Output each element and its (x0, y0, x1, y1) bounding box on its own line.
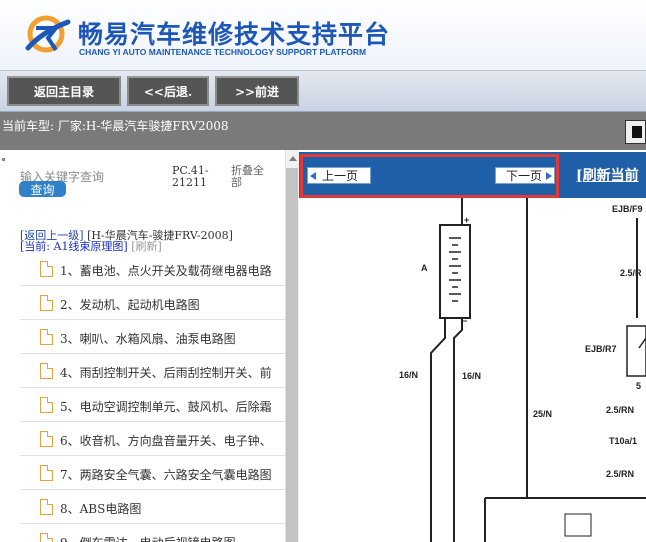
prev-page-label: 上一页 (322, 169, 359, 183)
battery-symbol (439, 224, 471, 319)
toc-item-label: 3、喇叭、水箱风扇、油泵电路图 (60, 332, 236, 346)
connector-box (564, 513, 592, 537)
document-icon (40, 533, 53, 542)
document-icon (40, 431, 53, 447)
diagram-label-wire-2-5rn-low: 2.5/RN (606, 469, 635, 479)
document-icon (40, 295, 53, 311)
dot-marker (2, 158, 5, 161)
document-icon (40, 465, 53, 481)
toc-item-label: 6、收音机、方向盘音量开关、电子钟、 (60, 434, 272, 448)
relay-box (626, 325, 646, 377)
scrollbar-thumb[interactable] (286, 168, 298, 542)
diagram-label-wire-25n: 25/N (533, 409, 553, 419)
back-button[interactable]: <<后退. (127, 76, 209, 106)
toc-item-label: 7、两路安全气囊、六路安全气囊电路图 (60, 468, 272, 482)
forward-button[interactable]: >>前进 (215, 76, 299, 106)
toc-item[interactable]: 2、发动机、起动机电路图 (20, 286, 285, 320)
brand-subtitle: CHANG YI AUTO MAINTENANCE TECHNOLOGY SUP… (79, 47, 367, 57)
diagram-label-ejb-f9: EJB/F9 (612, 204, 643, 214)
diagram-label-a: A (421, 263, 428, 273)
toc-item[interactable]: 3、喇叭、水箱风扇、油泵电路图 (20, 320, 285, 354)
page-code: PC.41-21211 (172, 164, 209, 189)
next-page-button[interactable]: 下一页 (495, 167, 555, 184)
document-icon (40, 499, 53, 515)
document-icon (40, 329, 53, 345)
document-icon (40, 397, 53, 413)
diagram-label-minus: − (462, 316, 468, 326)
nav-bar: 返回主目录 <<后退. >>前进 (0, 70, 646, 112)
wiring-diagram (430, 198, 646, 542)
vehicle-text: 当前车型: 厂家:H-华晨汽车骏捷FRV2008 (2, 119, 229, 133)
search-button[interactable]: 查询 (19, 181, 66, 197)
document-icon (40, 363, 53, 379)
diagram-label-wire-16n-a: 16/N (399, 370, 419, 380)
refresh-page-link[interactable]: [刷新当前 (576, 165, 639, 185)
diagram-label-wire-2-5r: 2.5/R (620, 268, 642, 278)
arrow-right-icon (546, 172, 552, 180)
diagram-label-ejb-r7: EJB/R7 (585, 344, 617, 354)
toc-item[interactable]: 1、蓄电池、点火开关及载荷继电器电路 (20, 252, 285, 286)
toc-item[interactable]: 6、收音机、方向盘音量开关、电子钟、 (20, 422, 285, 456)
diagram-label-pin-5: 5 (636, 381, 642, 391)
toc-item[interactable]: 5、电动空调控制单元、鼓风机、后除霜 (20, 388, 285, 422)
menu-icon (632, 126, 642, 138)
next-page-label: 下一页 (506, 169, 543, 183)
diagram-label-t10a: T10a/1 (609, 436, 638, 446)
diagram-label-plus: + (464, 215, 470, 225)
toc-item[interactable]: 9、倒车雷达、电动后视镜电路图 (20, 524, 285, 542)
toc-item[interactable]: 4、雨刮控制开关、后雨刮控制开关、前 (20, 354, 285, 388)
document-icon (40, 261, 53, 277)
collapse-all-link[interactable]: 折叠全部 (231, 165, 271, 189)
scroll-up-arrow-icon[interactable] (289, 156, 297, 161)
vehicle-menu-button[interactable] (625, 120, 646, 144)
logo-icon (25, 15, 71, 53)
toc-item-label: 4、雨刮控制开关、后雨刮控制开关、前 (60, 366, 272, 380)
toc-item-label: 8、ABS电路图 (60, 502, 142, 516)
toc-item-label: 9、倒车雷达、电动后视镜电路图 (60, 534, 236, 542)
toc-item[interactable]: 7、两路安全气囊、六路安全气囊电路图 (20, 456, 285, 490)
toc-item-label: 5、电动空调控制单元、鼓风机、后除霜 (60, 400, 272, 414)
diagram-label-wire-2-5rn-mid: 2.5/RN (606, 405, 635, 415)
brand-title: 畅易汽车维修技术支持平台 (78, 20, 391, 49)
prev-page-button[interactable]: 上一页 (307, 167, 371, 184)
home-button[interactable]: 返回主目录 (7, 76, 121, 106)
toc-item-label: 1、蓄电池、点火开关及载荷继电器电路 (60, 264, 272, 278)
toc-item-label: 2、发动机、起动机电路图 (60, 298, 200, 312)
vehicle-bar: 当前车型: 厂家:H-华晨汽车骏捷FRV2008 (0, 112, 646, 150)
toc-item[interactable]: 8、ABS电路图 (20, 490, 285, 524)
app-header: 畅易汽车维修技术支持平台 CHANG YI AUTO MAINTENANCE T… (0, 0, 646, 70)
arrow-left-icon (310, 172, 316, 180)
diagram-label-wire-16n-b: 16/N (462, 371, 482, 381)
